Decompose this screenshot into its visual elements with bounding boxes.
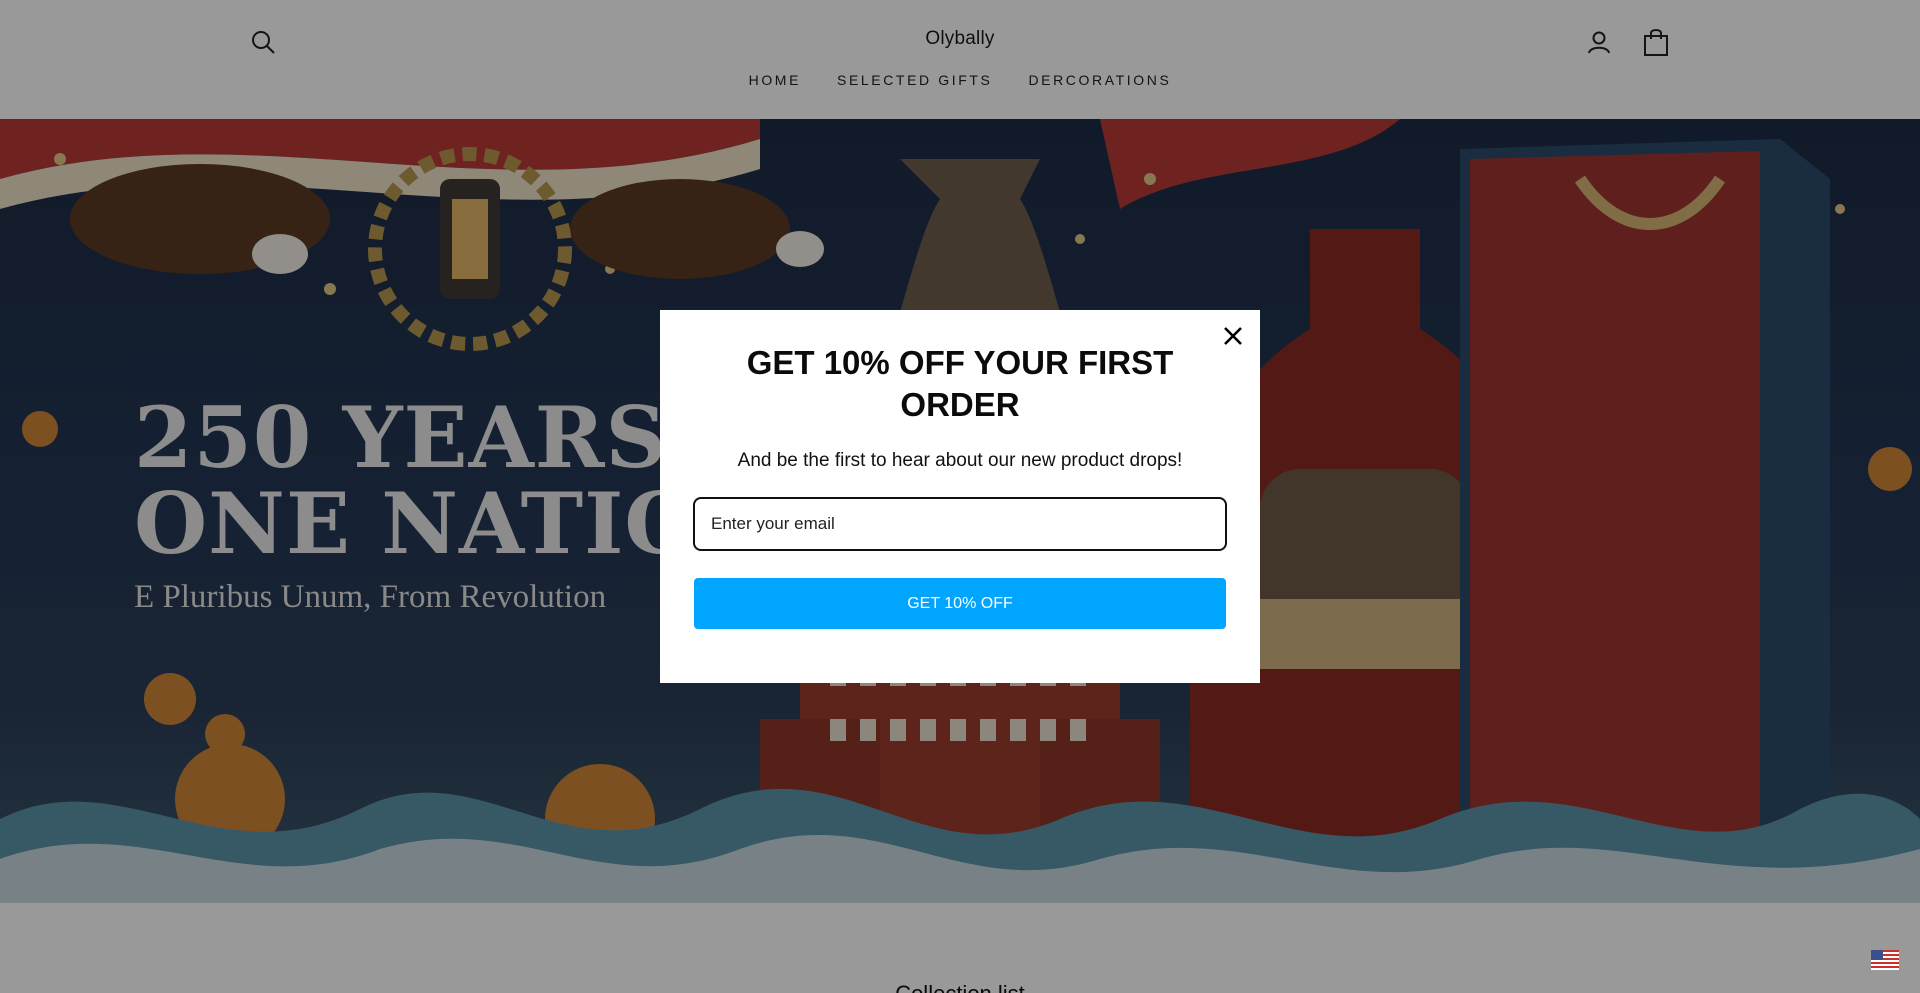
email-field[interactable] (693, 497, 1227, 551)
us-flag-icon[interactable] (1871, 950, 1899, 970)
get-discount-button[interactable]: GET 10% OFF (694, 578, 1226, 629)
close-icon[interactable] (1220, 323, 1246, 349)
popup-subtitle: And be the first to hear about our new p… (737, 450, 1183, 471)
popup-title: GET 10% OFF YOUR FIRST ORDER (746, 344, 1174, 423)
discount-popup: GET 10% OFF YOUR FIRST ORDER And be the … (660, 310, 1260, 683)
